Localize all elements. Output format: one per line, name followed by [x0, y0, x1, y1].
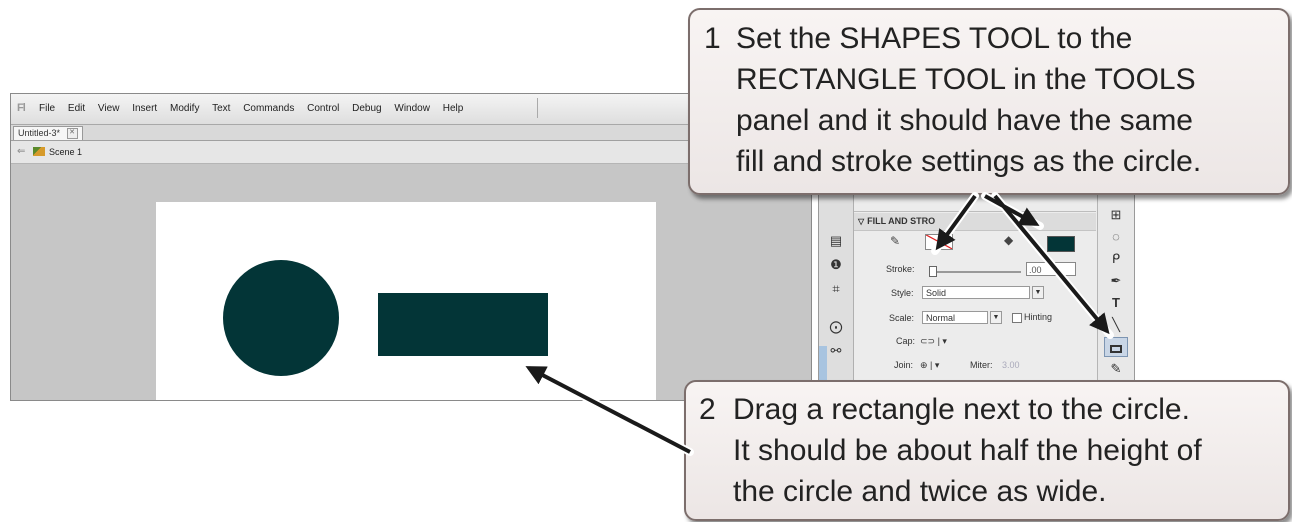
scene-icon [33, 147, 45, 156]
instruction-callout-1: 1 Set the SHAPES TOOL to the RECTANGLE T… [688, 8, 1290, 195]
document-tab[interactable]: Untitled-3* ✕ [13, 126, 83, 140]
lasso-tool-icon[interactable]: ◌ [1104, 227, 1128, 247]
fill-color-swatch[interactable] [1047, 236, 1075, 252]
circle-shape[interactable] [223, 260, 339, 376]
rectangle-tool-icon[interactable] [1104, 337, 1128, 357]
stage-area [11, 164, 811, 400]
collapse-triangle-icon[interactable]: ▽ [858, 217, 864, 226]
divider [854, 211, 1096, 212]
join-select[interactable]: ⊕ | ▾ [920, 360, 939, 371]
menu-list: File Edit View Insert Modify Text Comman… [39, 103, 473, 114]
stroke-slider[interactable] [931, 271, 1021, 273]
close-icon[interactable]: ✕ [66, 128, 78, 140]
menu-file[interactable]: File [39, 103, 55, 114]
menu-view[interactable]: View [98, 103, 120, 114]
callout-1-number: 1 [704, 22, 721, 55]
menu-commands[interactable]: Commands [243, 103, 294, 114]
tools-panel: ⊞ ◌ ᑭ ✒ T ╲ ✎ ⌒ [1097, 191, 1134, 401]
actions-icon[interactable]: ⨀ [828, 319, 844, 335]
stage[interactable] [156, 202, 656, 400]
stroke-color-swatch[interactable] [925, 234, 953, 250]
align-icon[interactable]: ▤ [828, 233, 844, 249]
scene-label[interactable]: Scene 1 [49, 147, 82, 157]
fill-and-stroke-header[interactable]: ▽ FILL AND STRO [854, 213, 1096, 231]
menu-help[interactable]: Help [443, 103, 464, 114]
menu-window[interactable]: Window [394, 103, 430, 114]
callout-2-number: 2 [699, 393, 716, 426]
stroke-width-input[interactable]: .00 [1026, 262, 1076, 276]
properties-panel: ▤ ❶ ⌗ ⨀ ⚯ ▽ FILL AND STRO ✎ ◆ Stroke: .00… [818, 190, 1135, 402]
pencil-tool-icon[interactable]: ✎ [1104, 359, 1128, 379]
info-icon[interactable]: ❶ [828, 257, 844, 273]
paint-bucket-icon: ◆ [1004, 233, 1014, 247]
stroke-slider-knob[interactable] [929, 266, 937, 277]
instruction-callout-2: 2 Drag a rectangle next to the circle. I… [684, 380, 1290, 521]
document-tab-label: Untitled-3* [18, 128, 61, 138]
style-dropdown-arrow-icon[interactable]: ▼ [1032, 286, 1044, 299]
menu-divider [537, 98, 538, 118]
callout-1-text: Set the SHAPES TOOL to the RECTANGLE TOO… [736, 22, 1202, 178]
menu-debug[interactable]: Debug [352, 103, 381, 114]
miter-value[interactable]: 3.00 [1002, 360, 1020, 370]
components-icon[interactable]: ⚯ [828, 343, 844, 359]
back-arrow-icon[interactable]: ⇐ [17, 146, 25, 157]
rectangle-shape[interactable] [378, 293, 548, 356]
transform-icon[interactable]: ⌗ [828, 281, 844, 297]
3d-rotation-tool-icon[interactable]: ⊞ [1104, 205, 1128, 225]
app-logo: Fl [17, 102, 26, 114]
fill-and-stroke-title: FILL AND STRO [867, 216, 936, 226]
scale-dropdown-arrow-icon[interactable]: ▼ [990, 311, 1002, 324]
stroke-label: Stroke: [886, 264, 915, 274]
join-label: Join: [894, 360, 914, 370]
hinting-label: Hinting [1024, 312, 1053, 322]
menu-edit[interactable]: Edit [68, 103, 85, 114]
line-tool-icon[interactable]: ╲ [1104, 315, 1128, 335]
callout-2-text: Drag a rectangle next to the circle. It … [733, 393, 1202, 508]
properties-content: ▽ FILL AND STRO ✎ ◆ Stroke: .00 Style: So… [854, 191, 1096, 401]
menu-modify[interactable]: Modify [170, 103, 199, 114]
pencil-icon: ✎ [890, 234, 901, 248]
pen-tool-icon[interactable]: ✒ [1104, 271, 1128, 291]
hinting-checkbox[interactable] [1012, 313, 1022, 323]
miter-label: Miter: [970, 360, 993, 370]
cap-select[interactable]: ⊂⊃ | ▾ [920, 336, 947, 347]
panel-dock: ▤ ❶ ⌗ ⨀ ⚯ [819, 191, 854, 401]
menu-control[interactable]: Control [307, 103, 339, 114]
cap-label: Cap: [896, 336, 916, 346]
scale-select[interactable]: Normal [922, 311, 988, 324]
menu-text[interactable]: Text [212, 103, 230, 114]
scale-label: Scale: [889, 313, 915, 323]
style-select[interactable]: Solid [922, 286, 1030, 299]
lasso-icon[interactable]: ᑭ [1104, 249, 1128, 269]
text-tool-icon[interactable]: T [1104, 293, 1128, 313]
style-label: Style: [891, 288, 914, 298]
menu-insert[interactable]: Insert [132, 103, 157, 114]
